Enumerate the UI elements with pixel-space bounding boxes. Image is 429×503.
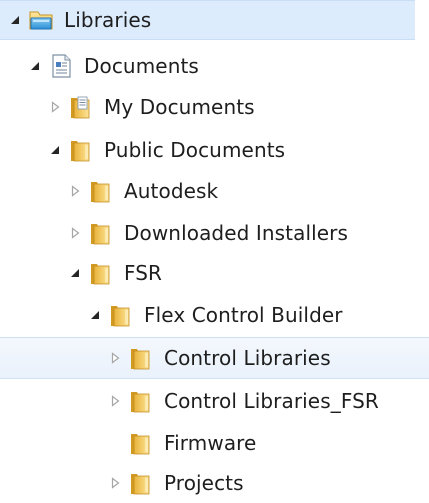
expanded-arrow-icon[interactable] [64,262,86,284]
libraries-icon [28,7,54,33]
no-expander-spacer [104,432,126,454]
tree-item-label: Libraries [64,8,152,32]
collapsed-arrow-icon[interactable] [104,472,126,494]
tree-item-documents[interactable]: Documents [0,46,429,86]
tree-item-autodesk[interactable]: Autodesk [0,171,429,211]
folder-icon [128,430,154,456]
collapsed-arrow-icon[interactable] [64,222,86,244]
collapsed-arrow-icon[interactable] [104,390,126,412]
tree-item-label: Public Documents [104,138,286,162]
tree-item-label: Downloaded Installers [124,221,349,245]
tree-item-downloaded-installers[interactable]: Downloaded Installers [0,213,429,253]
expanded-arrow-icon[interactable] [24,55,46,77]
tree-item-label: Flex Control Builder [144,303,343,327]
tree-item-label: Projects [164,471,244,495]
tree-item-label: Firmware [164,431,257,455]
tree-item-label: Control Libraries_FSR [164,389,379,413]
folder-icon [88,260,114,286]
document-library-icon [48,53,74,79]
tree-item-public-documents[interactable]: Public Documents [0,130,429,170]
folder-icon [108,302,134,328]
tree-item-label: FSR [124,261,163,285]
tree-item-control-libraries-fsr[interactable]: Control Libraries_FSR [0,381,429,421]
collapsed-arrow-icon[interactable] [44,96,66,118]
tree-item-control-libraries[interactable]: Control Libraries [0,337,429,379]
tree-item-firmware[interactable]: Firmware [0,423,429,463]
tree-item-libraries[interactable]: Libraries [0,0,415,40]
tree-item-label: My Documents [104,95,255,119]
tree-item-label: Control Libraries [164,346,331,370]
tree-item-flex-control-builder[interactable]: Flex Control Builder [0,295,429,335]
collapsed-arrow-icon[interactable] [64,180,86,202]
tree-item-label: Autodesk [124,179,219,203]
folder-icon [88,178,114,204]
collapsed-arrow-icon[interactable] [104,347,126,369]
tree-item-projects[interactable]: Projects [0,465,429,501]
tree-item-fsr[interactable]: FSR [0,253,429,293]
folder-icon [128,388,154,414]
my-documents-folder-icon [68,94,94,120]
expanded-arrow-icon[interactable] [4,9,26,31]
folder-icon [128,470,154,496]
expanded-arrow-icon[interactable] [44,139,66,161]
navigation-tree: Libraries Documents My Documents Public … [0,0,429,501]
tree-item-label: Documents [84,54,199,78]
folder-icon [128,345,154,371]
tree-item-my-documents[interactable]: My Documents [0,87,429,127]
folder-icon [88,220,114,246]
folder-icon [68,137,94,163]
expanded-arrow-icon[interactable] [84,304,106,326]
